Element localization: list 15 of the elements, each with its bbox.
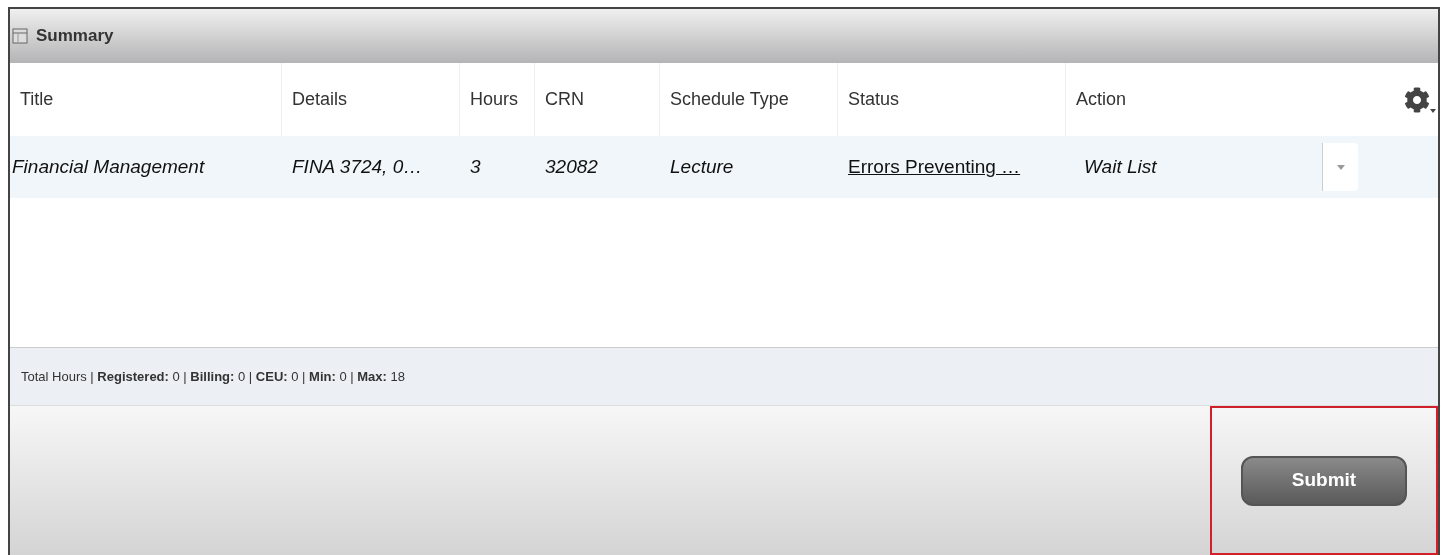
action-dropdown[interactable]: Wait List [1066,143,1358,191]
table-cell-text: FINA 3724, 0… [291,154,424,179]
table-icon [12,28,28,44]
status-link[interactable]: Errors Preventing … [848,155,1021,177]
settings-icon[interactable] [1404,86,1436,113]
table-cell-text: Lecture [669,154,735,179]
panel-title: Summary [36,25,114,48]
caret-icon [1336,164,1345,170]
total-hours-summary: Total Hours | Registered: 0 | Billing: 0 | CEU: 0 | Min: 0 | Max: 18 [21,367,405,386]
table-row[interactable]: Financial Management FINA 3724, 0… 3 32082 Lecture Errors Preventing … Wait List [10,136,1438,198]
table-cell-text: 3 [469,154,482,179]
submit-button[interactable]: Submit [1241,455,1407,506]
column-header[interactable]: Action [1066,63,1322,136]
table-cell-text: Financial Management [11,154,206,179]
table-cell-text: 32082 [544,154,599,179]
